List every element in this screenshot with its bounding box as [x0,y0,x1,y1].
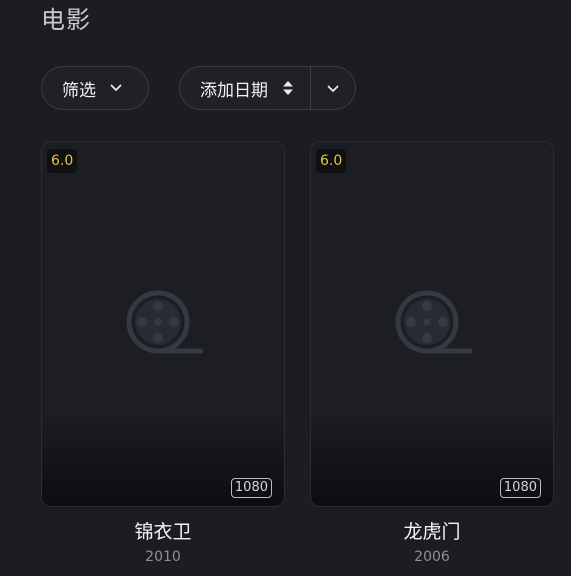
filter-button[interactable]: 筛选 [41,66,149,110]
filter-label: 筛选 [62,80,96,101]
movie-title[interactable]: 龙虎门 [310,517,554,544]
movie-card[interactable]: 6.0 1080 [310,141,554,507]
movie-year: 2010 [145,549,181,565]
sort-dropdown-button[interactable] [311,67,355,109]
rating-badge: 6.0 [316,149,347,173]
movie-year: 2006 [414,549,450,565]
sort-control: 添加日期 [179,66,356,110]
quality-badge: 1080 [230,478,272,498]
sort-updown-icon [282,80,294,96]
sort-button[interactable]: 添加日期 [180,67,311,109]
quality-badge: 1080 [499,478,541,498]
chevron-down-icon [110,84,122,92]
chevron-down-icon [327,78,339,98]
movie-title[interactable]: 锦衣卫 [41,517,285,544]
page-title: 电影 [41,6,91,34]
film-reel-icon [126,290,206,362]
sort-label: 添加日期 [200,80,268,101]
rating-badge: 6.0 [47,149,78,173]
movie-card[interactable]: 6.0 1080 [41,141,285,507]
film-reel-icon [395,290,475,362]
